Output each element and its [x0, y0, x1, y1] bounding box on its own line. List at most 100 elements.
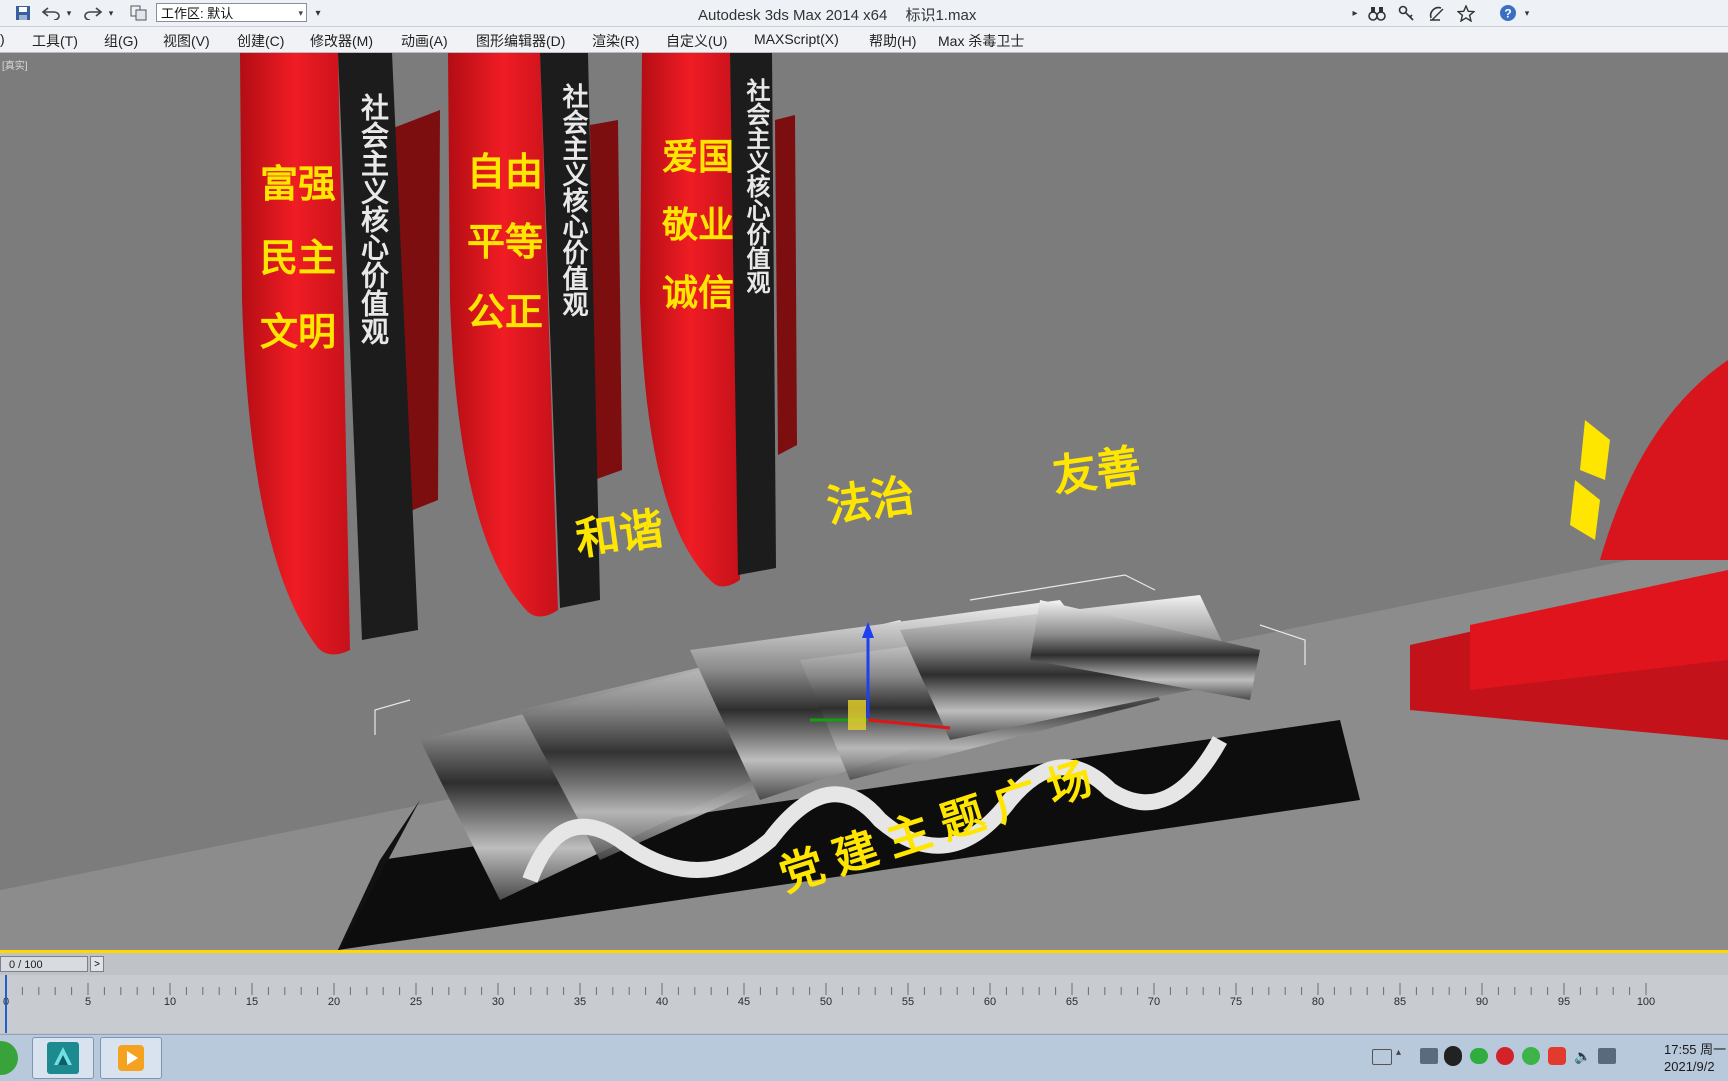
svg-text:?: ?	[1504, 7, 1511, 21]
timeline-tick-label: 75	[1230, 996, 1242, 1008]
project-folder-icon[interactable]	[128, 3, 150, 23]
timeline-tick-label: 80	[1312, 996, 1324, 1008]
save-icon[interactable]	[12, 3, 34, 23]
board-2-line-2: 平等	[466, 222, 543, 264]
menu-rendering[interactable]: 渲染(R)	[592, 31, 639, 51]
board-3-line-3: 诚信	[661, 272, 734, 313]
stop-icon[interactable]	[1496, 1047, 1514, 1065]
board-2-red-text: 自由 平等 公正	[465, 138, 545, 348]
board-1-black-text: 社会主义核心价值观	[354, 93, 389, 345]
timeline-tick-label: 30	[492, 996, 504, 1008]
board-2-line-3: 公正	[466, 292, 543, 334]
board-1-slogan: 社会主义	[358, 93, 389, 205]
next-frame-button[interactable]: >	[90, 956, 104, 972]
board-2-values: 价值观	[559, 239, 589, 317]
floating-text-fazhi: 法治	[823, 471, 918, 532]
help-icon[interactable]: ?	[1497, 3, 1519, 23]
board-2-line-1: 自由	[466, 152, 543, 194]
taskbar-3dsmax-button[interactable]	[32, 1037, 94, 1079]
workspace-dropdown[interactable]: 工作区: 默认 ▾	[156, 3, 307, 22]
timeline-tick-label: 35	[574, 996, 586, 1008]
app-title: Autodesk 3ds Max 2014 x64	[698, 7, 888, 24]
chevron-down-icon: ▾	[298, 8, 303, 18]
timeline-tick-label: 85	[1394, 996, 1406, 1008]
timeline-tick-label: 100	[1637, 996, 1655, 1008]
3dsmax-icon	[47, 1042, 79, 1074]
timeline-tick-label: 70	[1148, 996, 1160, 1008]
menu-bar: ) 工具(T) 组(G) 视图(V) 创建(C) 修改器(M) 动画(A) 图形…	[0, 27, 1728, 53]
timeline-tick-label: 20	[328, 996, 340, 1008]
speaker-icon[interactable]: 🔈	[1574, 1048, 1591, 1064]
menu-modifiers[interactable]: 修改器(M)	[310, 31, 373, 51]
board-2-core: 核心	[559, 187, 589, 239]
monitor-icon[interactable]	[1420, 1048, 1438, 1064]
timeline-tick-label: 10	[164, 996, 176, 1008]
board-1-red-text: 富强 民主 文明	[258, 148, 338, 370]
timeline-tick-label: 90	[1476, 996, 1488, 1008]
board-1-line-1: 富强	[259, 164, 336, 206]
undo-icon[interactable]	[40, 3, 62, 23]
key-icon[interactable]	[1396, 3, 1418, 23]
timeline-track[interactable]: 0510152025303540455055606570758085909510…	[0, 975, 1728, 1033]
keyboard-icon[interactable]	[1372, 1049, 1392, 1065]
menu-group[interactable]: 组(G)	[104, 31, 138, 51]
board-2-slogan: 社会主义	[559, 83, 589, 187]
clock-date[interactable]: 2021/9/2	[1664, 1059, 1715, 1074]
menu-animation[interactable]: 动画(A)	[401, 31, 448, 51]
refresh-icon[interactable]	[1522, 1047, 1540, 1065]
board-1-line-2: 民主	[259, 238, 336, 280]
menu-tools[interactable]: 工具(T)	[32, 31, 78, 51]
board-3-line-2: 敬业	[661, 204, 734, 245]
menu-create[interactable]: 创建(C)	[237, 31, 284, 51]
timeline-tick-label: 55	[902, 996, 914, 1008]
timeline-tick-label: 5	[85, 996, 91, 1008]
redo-dropdown-icon[interactable]: ▾	[106, 3, 116, 23]
windows-taskbar: ▴ 🔈 17:55 周一 2021/9/2	[0, 1034, 1728, 1081]
board-3-line-1: 爱国	[661, 136, 734, 177]
timeline-tick-label: 50	[820, 996, 832, 1008]
qq-icon[interactable]	[1444, 1046, 1462, 1066]
floating-text-hexie: 和谐	[572, 504, 667, 565]
binoculars-icon[interactable]	[1366, 3, 1388, 23]
satellite-icon[interactable]	[1426, 3, 1448, 23]
perspective-viewport[interactable]: [真实] 富强 民主 文明 社会主义核心价值观 自由 平等 公正 社会主义核心价…	[0, 53, 1728, 950]
timeline-tick-label: 25	[410, 996, 422, 1008]
board-3-slogan: 社会主义	[742, 78, 769, 174]
frame-slider[interactable]: 0 / 100	[0, 956, 88, 972]
network-icon[interactable]	[1598, 1048, 1616, 1064]
media-player-icon	[118, 1045, 144, 1071]
tray-arrow-icon[interactable]: ▴	[1396, 1047, 1406, 1065]
track-background	[0, 975, 1728, 1033]
security-icon[interactable]	[1548, 1047, 1566, 1065]
board-3-core: 核心	[742, 174, 769, 222]
board-2-black-text: 社会主义核心价值观	[556, 83, 589, 317]
undo-dropdown-icon[interactable]: ▾	[64, 3, 74, 23]
menu-help[interactable]: 帮助(H)	[869, 31, 916, 51]
workspace-label: 工作区: 默认	[161, 6, 234, 21]
menu-max-antivirus[interactable]: Max 杀毒卫士	[938, 31, 1024, 51]
board-1-line-3: 文明	[259, 312, 336, 354]
window-title: Autodesk 3ds Max 2014 x64 标识1.max	[698, 4, 990, 25]
menu-maxscript[interactable]: MAXScript(X)	[754, 31, 839, 47]
viewport-label[interactable]: [真实]	[2, 57, 28, 72]
timeline-panel: 0 / 100 > 051015202530354045505560657075…	[0, 950, 1728, 1037]
help-dropdown-icon[interactable]: ▾	[1522, 3, 1532, 23]
floating-text-youshan: 友善	[1049, 441, 1144, 502]
menu-graph-editors[interactable]: 图形编辑器(D)	[476, 31, 565, 51]
title-bar: ▾ ▾ 工作区: 默认 ▾ ▾ Autodesk 3ds Max 2014 x6…	[0, 0, 1728, 27]
timeline-tick-label: 45	[738, 996, 750, 1008]
start-orb-icon[interactable]	[0, 1041, 18, 1075]
board-1-core: 核心	[358, 205, 389, 261]
timeline-tick-label: 15	[246, 996, 258, 1008]
quick-access-menu-icon[interactable]: ▾	[312, 3, 324, 23]
menu-views[interactable]: 视图(V)	[163, 31, 210, 51]
wechat-icon[interactable]	[1470, 1048, 1488, 1064]
timeline-tick-label: 40	[656, 996, 668, 1008]
menu-customize[interactable]: 自定义(U)	[666, 31, 727, 51]
taskbar-player-button[interactable]	[100, 1037, 162, 1079]
timeline-tick-label: 65	[1066, 996, 1078, 1008]
expand-arrow-icon[interactable]: ▸	[1350, 3, 1360, 23]
redo-icon[interactable]	[82, 3, 104, 23]
clock-time[interactable]: 17:55 周一	[1664, 1039, 1726, 1058]
star-icon[interactable]	[1455, 3, 1477, 23]
